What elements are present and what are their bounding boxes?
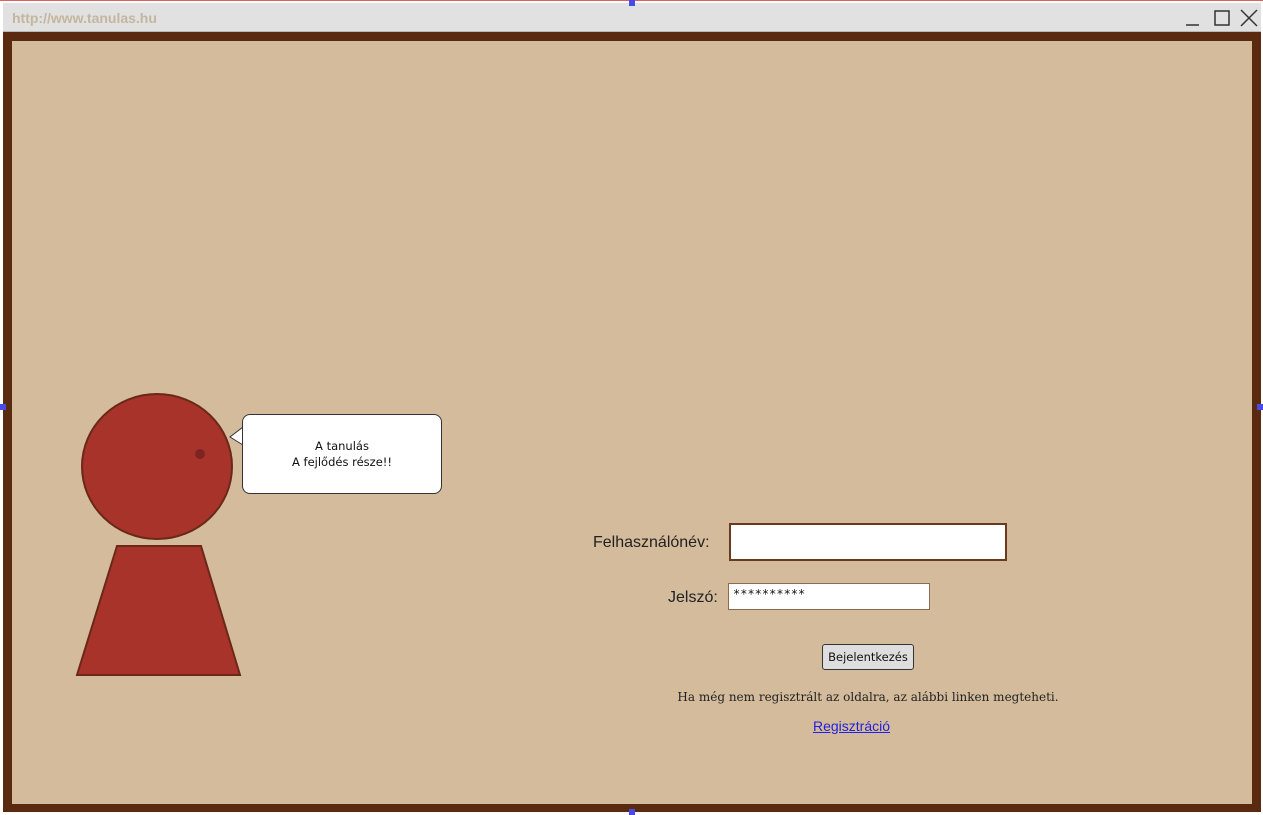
password-input[interactable]: ********** xyxy=(728,583,930,610)
title-bar: http://www.tanulas.hu xyxy=(3,3,1261,32)
password-label: Jelszó: xyxy=(668,589,718,606)
speech-bubble: A tanulás A fejlődés része!! xyxy=(242,414,442,494)
speech-bubble-line1: A tanulás xyxy=(315,439,369,453)
resize-handle-left[interactable] xyxy=(0,404,6,410)
figure-head xyxy=(81,393,233,540)
resize-handle-bottom[interactable] xyxy=(629,809,635,815)
maximize-icon[interactable] xyxy=(1211,7,1233,29)
figure-body xyxy=(75,545,242,676)
resize-handle-right[interactable] xyxy=(1257,404,1263,410)
register-link[interactable]: Regisztráció xyxy=(813,718,890,734)
username-label: Felhasználónév: xyxy=(593,534,710,551)
resize-handle-top[interactable] xyxy=(629,0,635,6)
speech-bubble-line2: A fejlődés része!! xyxy=(292,455,392,469)
minimize-icon[interactable] xyxy=(1182,7,1204,29)
login-button[interactable]: Bejelentkezés xyxy=(822,644,914,670)
registration-info-text: Ha még nem regisztrált az oldalra, az al… xyxy=(677,690,1059,704)
close-icon[interactable] xyxy=(1238,7,1260,29)
username-input[interactable] xyxy=(729,523,1007,561)
figure-eye xyxy=(195,449,205,459)
url-text: http://www.tanulas.hu xyxy=(12,10,157,26)
